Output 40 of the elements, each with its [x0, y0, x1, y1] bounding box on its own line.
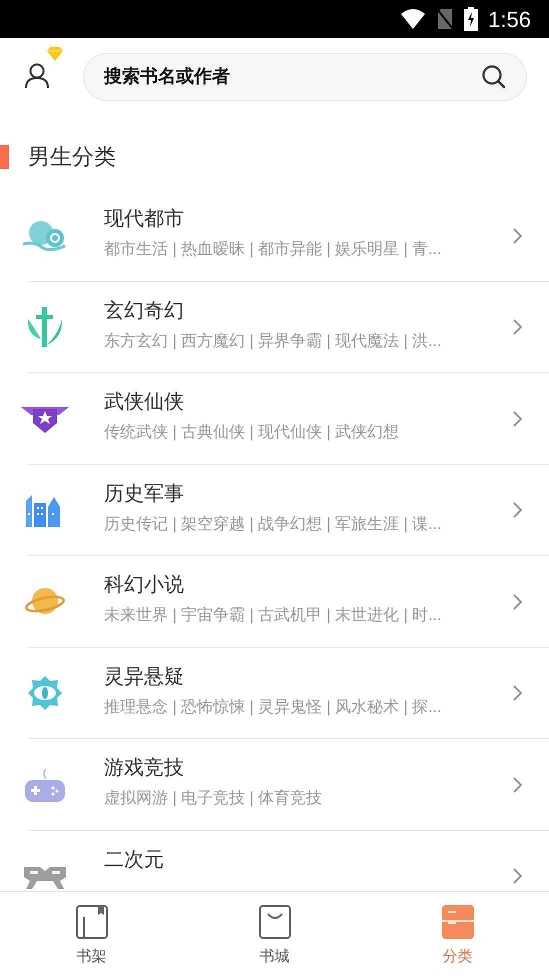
category-tags: 东方玄幻 | 西方魔幻 | 异界争霸 | 现代魔法 | 洪...: [104, 330, 513, 354]
status-time: 1:56: [488, 6, 531, 34]
shopping-bag-icon: [258, 905, 290, 939]
category-tags: 历史传记 | 架空穿越 | 战争幻想 | 军旅生涯 | 谍...: [104, 512, 513, 536]
category-tags: 推理悬念 | 恐怖惊悚 | 灵异鬼怪 | 风水秘术 | 探...: [104, 696, 513, 720]
category-tags: 传统武侠 | 古典仙侠 | 现代仙侠 | 武侠幻想: [104, 421, 513, 445]
chevron-icon[interactable]: [513, 594, 523, 610]
category-tags: 未来世界 | 宇宙争霸 | 古武机甲 | 末世进化 | 时...: [104, 604, 513, 628]
section-marker: [0, 145, 9, 169]
category-title: 现代都市: [104, 207, 185, 232]
section-title: 男生分类: [28, 143, 116, 171]
chevron-icon[interactable]: [513, 776, 523, 793]
no-sim-icon: [436, 8, 454, 30]
category-title: 科幻小说: [104, 573, 185, 598]
chevron-icon[interactable]: [513, 685, 523, 702]
nav-tab[interactable]: 书架: [0, 892, 183, 976]
category-title: 武侠仙侠: [104, 390, 185, 415]
chevron-icon[interactable]: [513, 868, 523, 884]
category-title: 玄幻奇幻: [104, 298, 185, 324]
nav-tab[interactable]: 书城: [183, 892, 366, 976]
category-icon: [442, 905, 474, 939]
user-icon[interactable]: [24, 63, 50, 89]
sword-leaf-icon: [25, 305, 65, 350]
wifi-icon: [400, 8, 426, 30]
chevron-icon[interactable]: [513, 319, 523, 336]
chevron-icon[interactable]: [513, 228, 523, 244]
battery-icon: [464, 7, 478, 31]
search-icon[interactable]: [481, 64, 507, 90]
category-title: 灵异悬疑: [104, 664, 185, 690]
category-title: 历史军事: [104, 482, 185, 506]
diamond-icon: [46, 46, 64, 62]
chevron-icon[interactable]: [513, 410, 523, 427]
category-title: 二次元: [104, 848, 165, 872]
chevron-icon[interactable]: [513, 502, 523, 518]
book-icon: [76, 905, 108, 939]
category-title: 游戏竞技: [104, 756, 185, 781]
gamepad-icon: [24, 766, 66, 803]
category-tags: 都市生活 | 热血暧昧 | 都市异能 | 娱乐明星 | 青...: [104, 238, 513, 262]
category-tags: 虚拟网游 | 电子竞技 | 体育竞技: [104, 787, 513, 811]
eye-icon: [27, 675, 63, 712]
